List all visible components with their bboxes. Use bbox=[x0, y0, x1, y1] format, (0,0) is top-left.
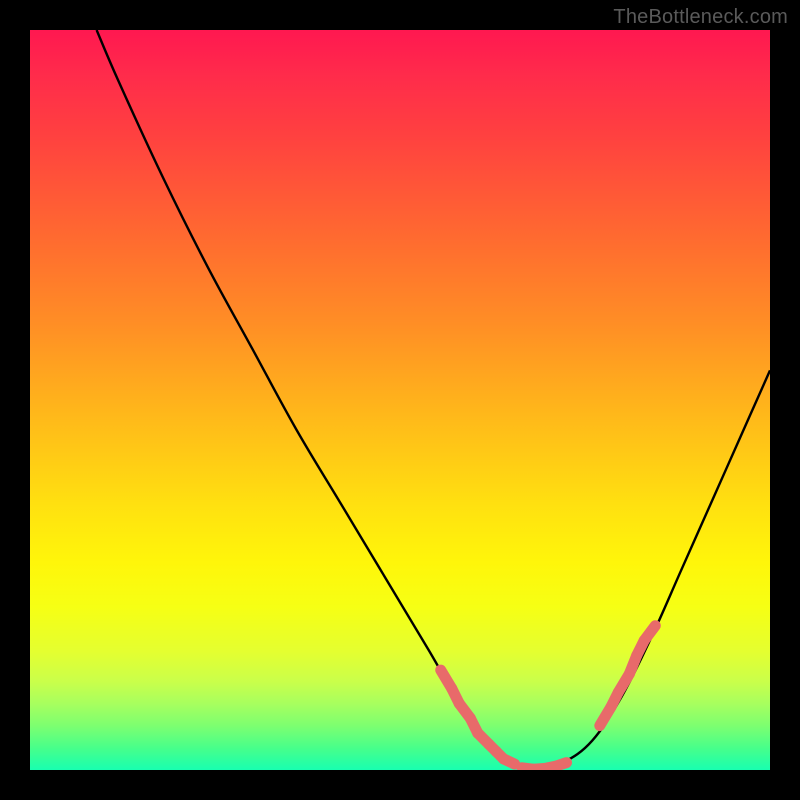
marker-segment bbox=[504, 759, 515, 764]
curve-markers bbox=[441, 626, 656, 770]
watermark-text: TheBottleneck.com bbox=[613, 6, 788, 29]
plot-area bbox=[30, 30, 770, 770]
bottleneck-curve bbox=[97, 30, 770, 770]
chart-container: TheBottleneck.com bbox=[0, 0, 800, 800]
curve-svg bbox=[30, 30, 770, 770]
marker-segment bbox=[555, 763, 566, 767]
marker-segment bbox=[644, 626, 655, 641]
